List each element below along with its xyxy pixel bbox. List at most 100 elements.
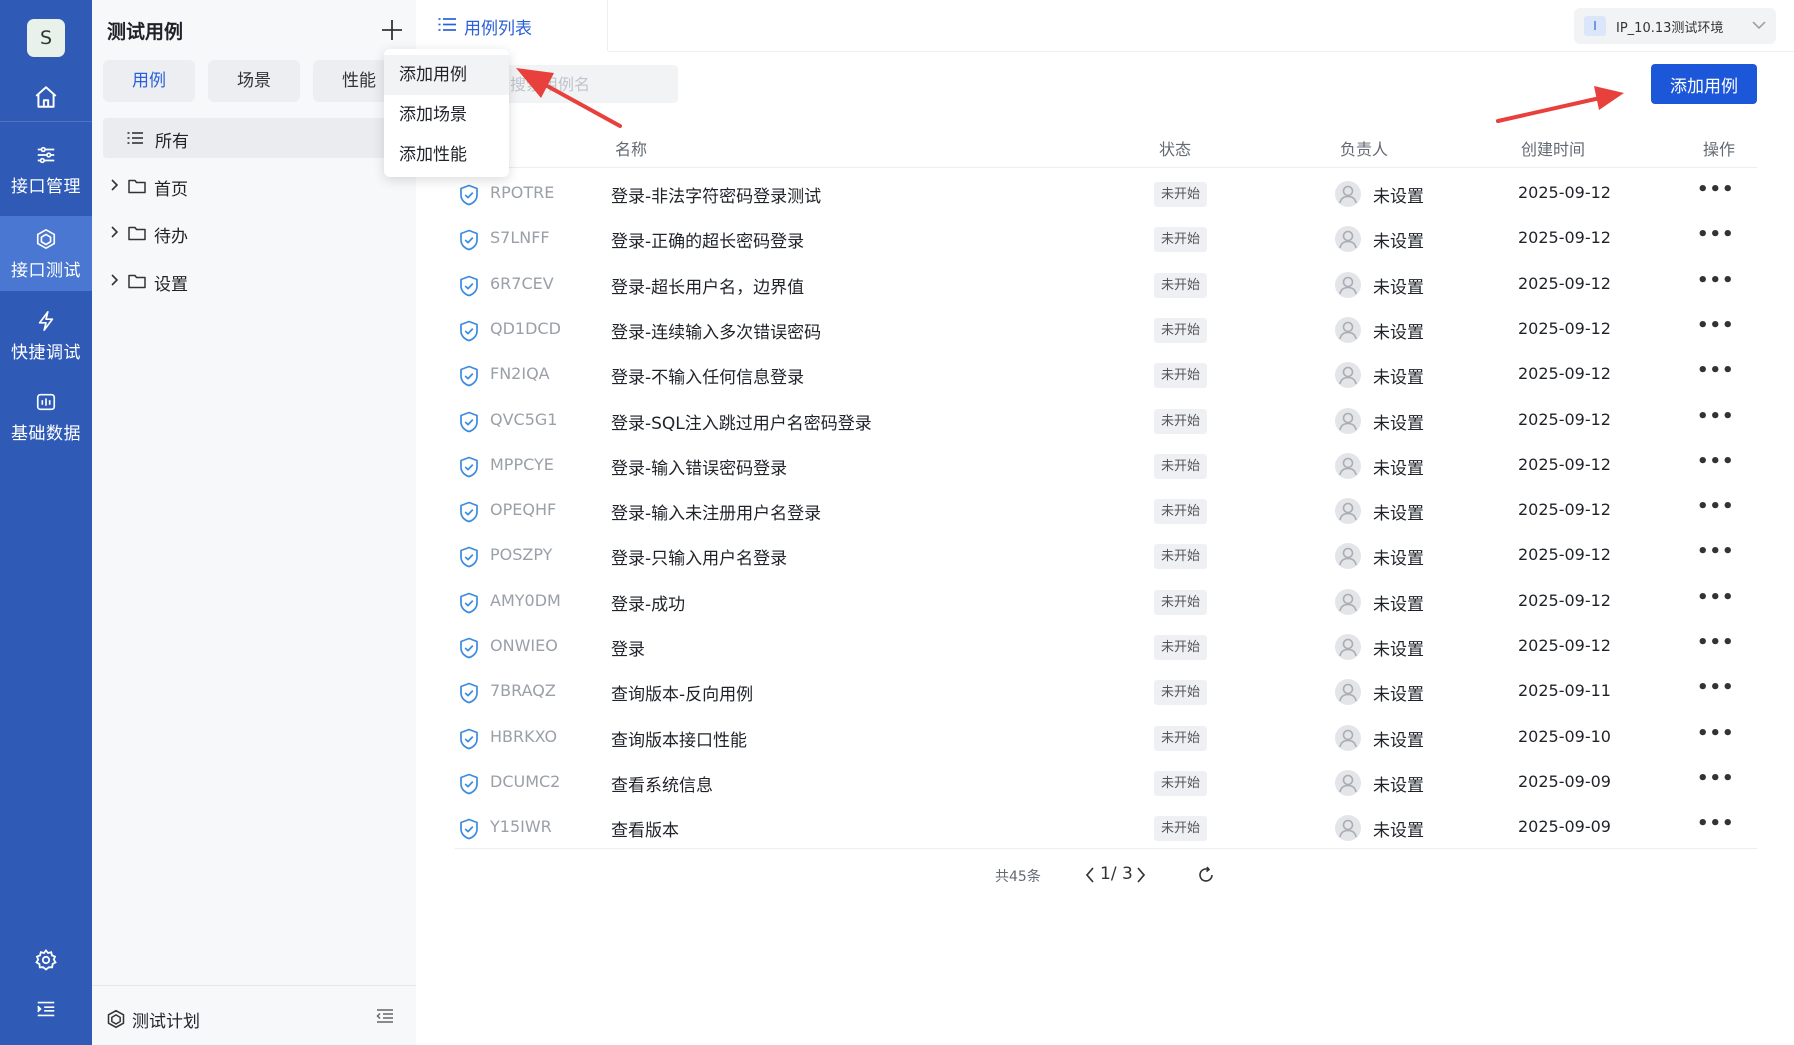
add-menu-button[interactable] bbox=[380, 18, 404, 42]
rail-item-api-testing[interactable]: 接口测试 bbox=[0, 216, 92, 291]
refresh-icon[interactable] bbox=[1197, 866, 1215, 884]
shield-check-icon bbox=[460, 818, 478, 840]
more-actions-icon[interactable]: ••• bbox=[1697, 315, 1735, 336]
more-actions-icon[interactable]: ••• bbox=[1697, 677, 1735, 698]
table-row[interactable]: OPEQHF 登录-输入未注册用户名登录 未开始 未设置 2025-09-12 ••• bbox=[455, 488, 1757, 533]
case-name[interactable]: 登录-输入未注册用户名登录 bbox=[611, 499, 821, 524]
table-row[interactable]: AMY0DM 登录-成功 未开始 未设置 2025-09-12 ••• bbox=[455, 579, 1757, 624]
tree-folder-home[interactable]: 首页 bbox=[110, 172, 400, 204]
table-row[interactable]: 7BRAQZ 查询版本-反向用例 未开始 未设置 2025-09-11 ••• bbox=[455, 669, 1757, 714]
menu-item-add-case[interactable]: 添加用例 bbox=[384, 55, 509, 95]
more-actions-icon[interactable]: ••• bbox=[1697, 723, 1735, 744]
rail-label: 快捷调试 bbox=[11, 343, 81, 363]
more-actions-icon[interactable]: ••• bbox=[1697, 813, 1735, 834]
table-row[interactable]: 6R7CEV 登录-超长用户名，边界值 未开始 未设置 2025-09-12 ••• bbox=[455, 262, 1757, 307]
created-date: 2025-09-12 bbox=[1518, 228, 1611, 248]
owner-avatar-icon bbox=[1335, 316, 1361, 343]
owner-name: 未设置 bbox=[1373, 640, 1424, 660]
more-actions-icon[interactable]: ••• bbox=[1697, 587, 1735, 608]
more-actions-icon[interactable]: ••• bbox=[1697, 360, 1735, 381]
chevron-right-icon[interactable] bbox=[1135, 866, 1147, 884]
column-header-actions: 操作 bbox=[1703, 140, 1736, 159]
owner-avatar-icon bbox=[1335, 498, 1361, 525]
case-name[interactable]: 登录-只输入用户名登录 bbox=[611, 544, 787, 569]
more-actions-icon[interactable]: ••• bbox=[1697, 451, 1735, 472]
case-name[interactable]: 登录-超长用户名，边界值 bbox=[611, 273, 804, 298]
case-name[interactable]: 登录-输入错误密码登录 bbox=[611, 454, 787, 479]
chevron-down-icon bbox=[1752, 21, 1766, 30]
settings-button[interactable] bbox=[0, 948, 92, 976]
tree-item-all[interactable]: 所有 bbox=[103, 118, 416, 158]
menu-item-add-scene[interactable]: 添加场景 bbox=[384, 95, 509, 135]
case-name[interactable]: 查询版本接口性能 bbox=[611, 726, 747, 751]
created-date: 2025-09-12 bbox=[1518, 183, 1611, 202]
menu-item-add-performance[interactable]: 添加性能 bbox=[384, 135, 509, 175]
more-actions-icon[interactable]: ••• bbox=[1697, 224, 1735, 245]
collapse-panel-button[interactable] bbox=[376, 1008, 394, 1028]
more-actions-icon[interactable]: ••• bbox=[1697, 270, 1735, 291]
case-name[interactable]: 查看系统信息 bbox=[611, 771, 713, 796]
chevron-left-icon[interactable] bbox=[1084, 866, 1096, 884]
tree-folder-todo[interactable]: 待办 bbox=[110, 219, 400, 251]
left-rail: S 接口管理 接口测试 快捷调试 基础数据 bbox=[0, 0, 92, 1045]
add-case-button[interactable]: 添加用例 bbox=[1651, 64, 1757, 104]
case-name[interactable]: 登录-非法字符密码登录测试 bbox=[611, 182, 821, 207]
more-actions-icon[interactable]: ••• bbox=[1697, 768, 1735, 789]
table-row[interactable]: QD1DCD 登录-连续输入多次错误密码 未开始 未设置 2025-09-12 ••• bbox=[455, 307, 1757, 352]
more-actions-icon[interactable]: ••• bbox=[1697, 179, 1735, 200]
table-row[interactable]: Y15IWR 查看版本 未开始 未设置 2025-09-09 ••• bbox=[455, 805, 1757, 850]
table-row[interactable]: DCUMC2 查看系统信息 未开始 未设置 2025-09-09 ••• bbox=[455, 760, 1757, 805]
table-row[interactable]: ONWIEO 登录 未开始 未设置 2025-09-12 ••• bbox=[455, 624, 1757, 669]
pagination-page: 1/ 3 bbox=[1100, 864, 1133, 884]
table-row[interactable]: MPPCYE 登录-输入错误密码登录 未开始 未设置 2025-09-12 ••• bbox=[455, 443, 1757, 488]
segment-scene[interactable]: 场景 bbox=[208, 60, 300, 102]
owner-avatar-icon bbox=[1335, 543, 1361, 570]
case-name[interactable]: 登录 bbox=[611, 635, 645, 660]
case-id: POSZPY bbox=[490, 545, 553, 565]
case-id: S7LNFF bbox=[490, 228, 550, 248]
created-date: 2025-09-12 bbox=[1518, 590, 1611, 610]
table-row[interactable]: RPOTRE 登录-非法字符密码登录测试 未开始 未设置 2025-09-12 ••• bbox=[455, 171, 1757, 216]
status-badge: 未开始 bbox=[1154, 770, 1208, 796]
home-button[interactable] bbox=[0, 84, 92, 124]
status-badge: 未开始 bbox=[1154, 182, 1208, 207]
more-actions-icon[interactable]: ••• bbox=[1697, 541, 1735, 562]
rail-item-base-data[interactable]: 基础数据 bbox=[0, 385, 92, 455]
case-name[interactable]: 登录-SQL注入跳过用户名密码登录 bbox=[611, 409, 872, 434]
case-id: ONWIEO bbox=[490, 636, 558, 655]
case-name[interactable]: 登录-成功 bbox=[611, 590, 685, 615]
more-actions-icon[interactable]: ••• bbox=[1697, 496, 1735, 517]
top-tab-bar: 用例列表 I IP_10.13测试环境 bbox=[416, 0, 1794, 52]
shield-check-icon bbox=[460, 320, 478, 342]
created-date: 2025-09-12 bbox=[1518, 409, 1611, 429]
case-name[interactable]: 查看版本 bbox=[611, 816, 679, 841]
more-actions-icon[interactable]: ••• bbox=[1697, 632, 1735, 653]
table-row[interactable]: FN2IQA 登录-不输入任何信息登录 未开始 未设置 2025-09-12 ••• bbox=[455, 352, 1757, 397]
segment-case[interactable]: 用例 bbox=[103, 60, 195, 102]
tab-case-list[interactable]: 用例列表 bbox=[418, 0, 608, 52]
status-badge: 未开始 bbox=[1154, 544, 1208, 570]
case-name[interactable]: 登录-不输入任何信息登录 bbox=[611, 363, 804, 388]
table-row[interactable]: S7LNFF 登录-正确的超长密码登录 未开始 未设置 2025-09-12 ••• bbox=[455, 216, 1757, 261]
owner-avatar-icon bbox=[1335, 679, 1361, 706]
rail-item-quick-debug[interactable]: 快捷调试 bbox=[0, 304, 92, 374]
more-actions-icon[interactable]: ••• bbox=[1697, 406, 1735, 427]
owner-avatar-icon bbox=[1335, 362, 1361, 389]
table-row[interactable]: POSZPY 登录-只输入用户名登录 未开始 未设置 2025-09-12 ••• bbox=[455, 533, 1757, 578]
shield-check-icon bbox=[460, 728, 478, 749]
tab-label: 用例列表 bbox=[464, 19, 532, 39]
expand-menu-button[interactable] bbox=[0, 998, 92, 1024]
case-id: MPPCYE bbox=[490, 454, 554, 474]
table-row[interactable]: QVC5G1 登录-SQL注入跳过用户名密码登录 未开始 未设置 2025-09-12 •… bbox=[455, 398, 1757, 443]
case-name[interactable]: 查询版本-反向用例 bbox=[611, 680, 753, 705]
environment-selector[interactable]: I IP_10.13测试环境 bbox=[1574, 8, 1776, 44]
rail-item-api-management[interactable]: 接口管理 bbox=[0, 134, 92, 204]
user-avatar[interactable]: S bbox=[27, 19, 65, 57]
owner-avatar-icon bbox=[1335, 181, 1361, 207]
case-name[interactable]: 登录-正确的超长密码登录 bbox=[611, 227, 804, 252]
tree-folder-settings[interactable]: 设置 bbox=[110, 267, 400, 299]
rail-label: 基础数据 bbox=[11, 424, 81, 444]
table-row[interactable]: HBRKXO 查询版本接口性能 未开始 未设置 2025-09-10 ••• bbox=[455, 715, 1757, 760]
case-id: RPOTRE bbox=[490, 183, 555, 202]
case-name[interactable]: 登录-连续输入多次错误密码 bbox=[611, 318, 821, 343]
